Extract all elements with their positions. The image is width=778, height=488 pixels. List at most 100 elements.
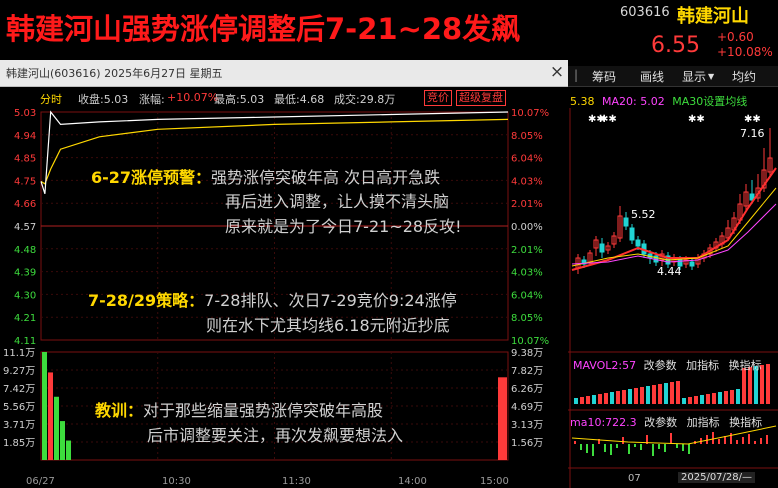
- lesson-line-2: 后市调整要关注，再次发飙要想法入: [147, 426, 404, 445]
- macd-bar: [586, 444, 588, 453]
- kline-low-label: 4.44: [657, 265, 682, 278]
- kline-candle: [635, 239, 641, 247]
- time-tick: 10:30: [162, 476, 191, 487]
- volume-bar: [42, 352, 47, 460]
- price-tick-left: 4.75: [14, 176, 36, 187]
- volume-tick-right: 6.26万: [511, 384, 543, 395]
- window-titlebar[interactable]: 韩建河山(603616) 2025年6月27日 星期五 ×: [0, 60, 568, 87]
- kline-volume-bar: [658, 384, 662, 404]
- strategy-line-1: 7-28排队、次日7-29竞价9:24涨停: [204, 291, 457, 310]
- kline-volume-bar: [736, 389, 740, 404]
- macd-bar: [754, 441, 756, 444]
- pct-tick-right: 2.01%: [511, 245, 543, 256]
- kline-mid-label: 5.52: [631, 208, 656, 221]
- macd-bar: [574, 441, 576, 444]
- vol-add-indicator[interactable]: 加指标: [686, 359, 719, 372]
- kline-candle: [689, 261, 695, 267]
- toolbar-display[interactable]: 显示: [682, 68, 706, 85]
- kline-volume-bar: [742, 368, 746, 404]
- macd-bar: [670, 433, 672, 444]
- macd-bar: [592, 444, 594, 456]
- kline-candle: [623, 217, 629, 227]
- kline-candle: [599, 243, 605, 253]
- super-replay-button[interactable]: 超级复盘: [456, 90, 506, 106]
- warning-line-2: 再后进入调整，让人摸不清头脑: [225, 192, 450, 211]
- volume-tick-left: 3.71万: [3, 420, 35, 431]
- auction-button[interactable]: 竞价: [424, 90, 452, 106]
- kline-volume-bar: [676, 381, 680, 404]
- price-tick-left: 4.30: [14, 290, 36, 301]
- lesson-title: 教训：: [95, 401, 144, 420]
- macd-switch-indicator[interactable]: 换指标: [729, 416, 762, 429]
- macd-bar: [742, 437, 744, 444]
- macd-bar: [634, 444, 636, 447]
- volume-label: 成交:29.8万: [334, 93, 396, 106]
- vol-edit-params[interactable]: 改参数: [644, 359, 677, 372]
- warning-note: 6-27涨停预警：强势涨停突破年高 次日高开急跌: [91, 166, 440, 190]
- kline-volume-bar: [688, 397, 692, 404]
- kline-chart: ✱✱✱✱ ✱✱ ✱✱: [568, 108, 778, 488]
- change-pct-value: +10.07%: [167, 91, 219, 104]
- lesson-note: 教训：对于那些缩量强势涨停突破年高股: [95, 399, 383, 423]
- toolbar-avg[interactable]: 均约: [732, 68, 756, 85]
- signal-star-icon: ✱✱: [600, 114, 617, 125]
- price-tick-left: 4.94: [14, 131, 36, 142]
- ma-value-a: 5.38: [570, 95, 595, 108]
- kline-volume-bar: [592, 395, 596, 404]
- kline-candle: [629, 227, 635, 241]
- pct-tick-right: 0.00%: [511, 222, 543, 233]
- toolbar-chips[interactable]: 筹码: [592, 68, 616, 85]
- warning-line-3: 原来就是为了今日7-21~28反攻!: [225, 217, 462, 236]
- close-price-label: 收盘:5.03: [78, 93, 129, 106]
- ma-value-b: MA20: 5.02: [602, 95, 665, 108]
- kline-volume-bar: [628, 389, 632, 404]
- volume-tick-right: 1.56万: [511, 438, 543, 449]
- low-label: 最低:4.68: [274, 93, 325, 106]
- macd-bar: [766, 435, 768, 444]
- kline-toolbar: | 筹码 画线 显示 ▼ 均约: [568, 66, 778, 87]
- pct-tick-right: 8.05%: [511, 131, 543, 142]
- kline-volume-bar: [664, 383, 668, 404]
- macd-bar: [664, 444, 666, 452]
- stock-price: 6.55: [651, 33, 700, 58]
- price-tick-left: 4.85: [14, 154, 36, 165]
- macd-bar: [610, 444, 612, 455]
- vol-switch-indicator[interactable]: 换指标: [729, 359, 762, 372]
- macd-bar: [616, 444, 618, 448]
- macd-bar: [682, 444, 684, 451]
- macd-add-indicator[interactable]: 加指标: [687, 416, 720, 429]
- pct-tick-right: 6.04%: [511, 290, 543, 301]
- macd-bar: [748, 434, 750, 444]
- volume-bar: [66, 440, 71, 460]
- chevron-down-icon[interactable]: ▼: [708, 72, 714, 81]
- signal-star-icon: ✱✱: [744, 114, 761, 125]
- macd-edit-params[interactable]: 改参数: [644, 416, 677, 429]
- pct-tick-right: 10.07%: [511, 108, 549, 119]
- ma-value-c[interactable]: MA30设置均线: [672, 95, 747, 108]
- close-button[interactable]: ×: [548, 62, 566, 82]
- kline-volume-bar: [730, 390, 734, 404]
- kline-volume-bar: [604, 393, 608, 404]
- volume-bar: [54, 396, 59, 460]
- volume-tick-left: 9.27万: [3, 366, 35, 377]
- lesson-line-1: 对于那些缩量强势涨停突破年高股: [143, 401, 384, 420]
- toolbar-draw[interactable]: 画线: [640, 68, 664, 85]
- kline-volume-bar: [766, 364, 770, 404]
- strategy-title: 7-28/29策略：: [88, 291, 205, 310]
- volume-tick-left: 5.56万: [3, 402, 35, 413]
- volume-tick-left: 11.1万: [3, 348, 35, 359]
- signal-star-icon: ✱✱: [688, 114, 705, 125]
- kline-volume-bar: [634, 388, 638, 404]
- tab-intraday[interactable]: 分时: [40, 91, 62, 107]
- price-tick-left: 4.57: [14, 222, 36, 233]
- info-bar: 分时 收盘:5.03 涨幅: +10.07% 最高:5.03 最低:4.68 成…: [0, 87, 568, 108]
- pct-tick-right: 4.03%: [511, 176, 543, 187]
- macd-bar: [658, 444, 660, 449]
- kline-volume-bar: [682, 398, 686, 404]
- macd-bar: [730, 433, 732, 444]
- kline-volume-bar: [652, 385, 656, 404]
- macd-bar: [580, 444, 582, 450]
- price-tick-left: 4.21: [14, 313, 36, 324]
- pct-tick-right: 6.04%: [511, 154, 543, 165]
- macd-bar: [622, 437, 624, 444]
